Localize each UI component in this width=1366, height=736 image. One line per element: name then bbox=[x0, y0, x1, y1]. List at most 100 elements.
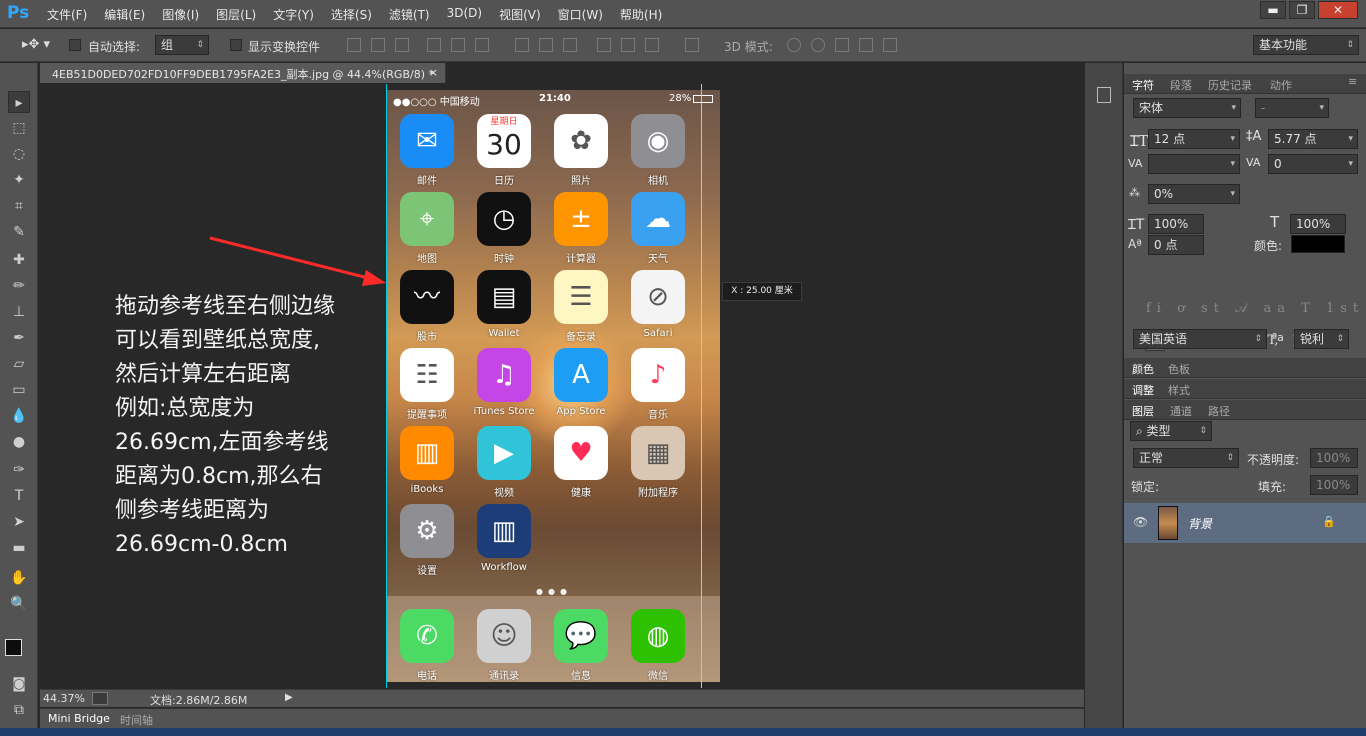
eyedropper-tool-icon[interactable]: ✎ bbox=[8, 221, 30, 243]
clone-stamp-tool-icon[interactable]: ⊥ bbox=[8, 301, 30, 323]
menu-item-4[interactable]: 文字(Y) bbox=[273, 6, 314, 23]
app-video[interactable]: ▶ 视频 bbox=[466, 426, 532, 502]
app-calculator[interactable]: ± 计算器 bbox=[543, 192, 609, 268]
document-tab[interactable]: 4EB51D0DED702FD10FF9DEB1795FA2E3_副本.jpg … bbox=[40, 63, 446, 83]
menu-item-3[interactable]: 图层(L) bbox=[216, 6, 256, 23]
app-maps[interactable]: ⌖ 地图 bbox=[389, 192, 455, 268]
gradient-tool-icon[interactable]: ▭ bbox=[8, 379, 30, 401]
status-preview-icon[interactable] bbox=[92, 692, 108, 705]
menu-item-9[interactable]: 窗口(W) bbox=[558, 6, 603, 23]
app-reminders[interactable]: ☷ 提醒事项 bbox=[389, 348, 455, 424]
history-brush-tool-icon[interactable]: ✒ bbox=[8, 327, 30, 349]
align-top-icon[interactable] bbox=[347, 38, 361, 52]
app-phone[interactable]: ✆ 电话 bbox=[389, 609, 455, 682]
tab-history[interactable]: 历史记录 bbox=[1208, 77, 1252, 93]
app-messages[interactable]: 💬 信息 bbox=[543, 609, 609, 682]
font-style-dropdown[interactable]: - ▾ bbox=[1255, 98, 1329, 118]
app-calendar[interactable]: 星期日 30 日历 bbox=[466, 114, 532, 190]
3d-panel-icon[interactable] bbox=[1097, 87, 1111, 103]
3d-rotate-icon[interactable] bbox=[787, 38, 801, 52]
minimize-button[interactable]: ▬ bbox=[1260, 1, 1286, 19]
healing-brush-tool-icon[interactable]: ✚ bbox=[8, 249, 30, 271]
app-contacts[interactable]: ☺ 通讯录 bbox=[466, 609, 532, 682]
tab-character[interactable]: 字符 bbox=[1132, 77, 1154, 93]
language-dropdown[interactable]: 美国英语 ⇕ bbox=[1133, 329, 1267, 349]
app-health[interactable]: ♥ 健康 bbox=[543, 426, 609, 502]
align-hcenter-icon[interactable] bbox=[451, 38, 465, 52]
tab-color[interactable]: 颜色 bbox=[1132, 361, 1154, 377]
font-size-field[interactable]: 12 点 ▾ bbox=[1148, 129, 1240, 149]
hand-tool-icon[interactable]: ✋ bbox=[8, 567, 30, 589]
menu-item-6[interactable]: 滤镜(T) bbox=[389, 6, 430, 23]
kerning-field[interactable]: ▾ bbox=[1148, 154, 1240, 174]
distribute-hcenter-icon[interactable] bbox=[621, 38, 635, 52]
magic-wand-tool-icon[interactable]: ✦ bbox=[8, 169, 30, 191]
baseline-shift-field[interactable]: 0 点 bbox=[1148, 235, 1204, 255]
dodge-tool-icon[interactable]: ● bbox=[8, 431, 30, 453]
right-guide-line[interactable] bbox=[701, 84, 702, 688]
auto-select-checkbox[interactable] bbox=[69, 39, 81, 51]
app-appstore[interactable]: A App Store bbox=[543, 348, 609, 424]
app-wallet[interactable]: ▤ Wallet bbox=[466, 270, 532, 346]
blend-mode-dropdown[interactable]: 正常 ⇕ bbox=[1133, 448, 1239, 468]
menu-item-7[interactable]: 3D(D) bbox=[447, 6, 482, 23]
show-transform-checkbox[interactable] bbox=[230, 39, 242, 51]
zoom-level[interactable]: 44.37% bbox=[43, 692, 85, 705]
menu-item-5[interactable]: 选择(S) bbox=[331, 6, 372, 23]
quick-mask-icon[interactable]: ◙ bbox=[8, 673, 30, 695]
blur-tool-icon[interactable]: 💧 bbox=[8, 405, 30, 427]
app-notes[interactable]: ☰ 备忘录 bbox=[543, 270, 609, 346]
app-weather[interactable]: ☁ 天气 bbox=[620, 192, 686, 268]
tracking-field[interactable]: 0 ▾ bbox=[1268, 154, 1358, 174]
app-stocks[interactable]: 〰股市 bbox=[389, 270, 455, 346]
close-button[interactable]: ✕ bbox=[1318, 1, 1358, 19]
3d-roll-icon[interactable] bbox=[811, 38, 825, 52]
app-photos[interactable]: ✿ 照片 bbox=[543, 114, 609, 190]
distribute-bottom-icon[interactable] bbox=[563, 38, 577, 52]
panel-menu-icon[interactable]: ≡ bbox=[1348, 75, 1357, 88]
workspace-dropdown[interactable]: 基本功能 ⇕ bbox=[1253, 35, 1359, 55]
app-ibooks[interactable]: ▥ iBooks bbox=[389, 426, 455, 502]
tab-actions[interactable]: 动作 bbox=[1270, 77, 1292, 93]
app-workflow[interactable]: ▥ Workflow bbox=[466, 504, 532, 580]
layer-name[interactable]: 背景 bbox=[1188, 515, 1212, 532]
distribute-right-icon[interactable] bbox=[645, 38, 659, 52]
screen-mode-icon[interactable]: ⧉ bbox=[8, 699, 30, 721]
distribute-vcenter-icon[interactable] bbox=[539, 38, 553, 52]
distribute-left-icon[interactable] bbox=[597, 38, 611, 52]
align-left-icon[interactable] bbox=[427, 38, 441, 52]
close-document-icon[interactable]: × bbox=[429, 66, 438, 79]
type-tool-icon[interactable]: T bbox=[8, 485, 30, 507]
tab-timeline[interactable]: 时间轴 bbox=[120, 712, 153, 728]
opacity-field[interactable]: 100% bbox=[1310, 448, 1358, 468]
menu-item-2[interactable]: 图像(I) bbox=[162, 6, 199, 23]
3d-pan-icon[interactable] bbox=[835, 38, 849, 52]
tab-adjustments[interactable]: 调整 bbox=[1132, 382, 1154, 398]
eye-icon[interactable]: 👁 bbox=[1133, 515, 1148, 529]
tsume-field[interactable]: 0% ▾ bbox=[1148, 184, 1240, 204]
menu-item-1[interactable]: 编辑(E) bbox=[104, 6, 145, 23]
shape-tool-icon[interactable]: ▬ bbox=[8, 537, 30, 559]
crop-tool-icon[interactable]: ⌗ bbox=[8, 195, 30, 217]
move-tool-preset-icon[interactable]: ▸✥ ▾ bbox=[22, 37, 50, 52]
tab-paragraph[interactable]: 段落 bbox=[1170, 77, 1192, 93]
tab-paths[interactable]: 路径 bbox=[1208, 403, 1230, 419]
auto-align-icon[interactable] bbox=[685, 38, 699, 52]
antialias-dropdown[interactable]: 锐利 ⇕ bbox=[1294, 329, 1349, 349]
vertical-scale-field[interactable]: 100% bbox=[1148, 214, 1204, 234]
layer-row-background[interactable]: 👁 背景 🔒 bbox=[1124, 503, 1366, 543]
tab-styles[interactable]: 样式 bbox=[1168, 382, 1190, 398]
pen-tool-icon[interactable]: ✑ bbox=[8, 459, 30, 481]
text-color-swatch[interactable] bbox=[1291, 235, 1345, 253]
move-tool-icon[interactable]: ▸ bbox=[8, 91, 30, 113]
foreground-color-swatch[interactable] bbox=[5, 639, 22, 656]
app-itunes[interactable]: ♫ iTunes Store bbox=[466, 348, 535, 424]
status-menu-arrow-icon[interactable]: ▶ bbox=[285, 692, 293, 703]
menu-item-10[interactable]: 帮助(H) bbox=[620, 6, 662, 23]
app-clock[interactable]: ◷ 时钟 bbox=[466, 192, 532, 268]
tab-channels[interactable]: 通道 bbox=[1170, 403, 1192, 419]
font-family-dropdown[interactable]: 宋体 ▾ bbox=[1133, 98, 1241, 118]
app-camera[interactable]: ◉ 相机 bbox=[620, 114, 686, 190]
marquee-tool-icon[interactable]: ⬚ bbox=[8, 117, 30, 139]
menu-item-8[interactable]: 视图(V) bbox=[499, 6, 541, 23]
